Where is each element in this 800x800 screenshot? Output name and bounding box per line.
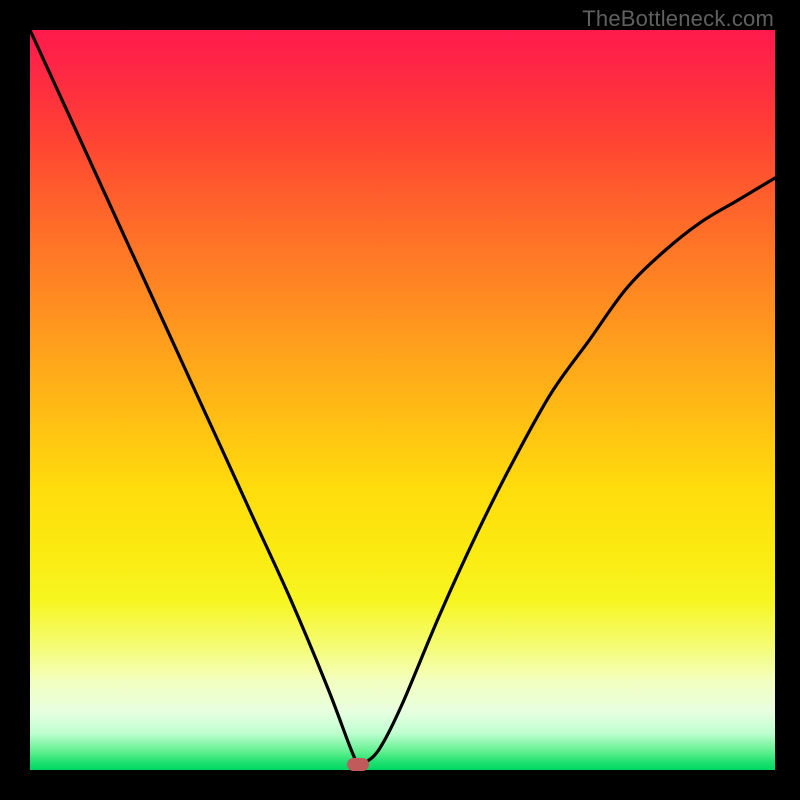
bottleneck-curve — [30, 30, 775, 770]
optimum-marker — [347, 758, 369, 771]
watermark-text: TheBottleneck.com — [582, 6, 774, 32]
chart-frame: TheBottleneck.com — [0, 0, 800, 800]
plot-area — [30, 30, 775, 770]
curve-path — [30, 30, 775, 764]
